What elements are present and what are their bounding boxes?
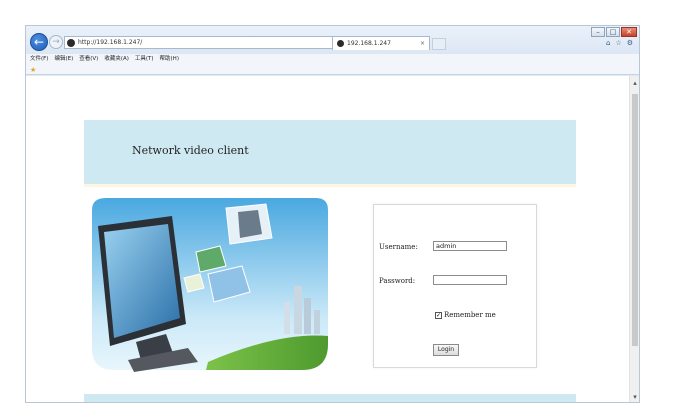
favorites-bar: ★ — [26, 65, 639, 75]
header-band: Network video client — [84, 120, 576, 187]
minimize-button[interactable]: – — [591, 27, 605, 37]
tab-title: 192.168.1.247 — [347, 40, 391, 47]
password-input[interactable] — [433, 275, 507, 285]
menu-view[interactable]: 查看(V) — [79, 54, 98, 65]
remember-me-checkbox[interactable]: ✓ — [435, 311, 442, 319]
close-button[interactable]: ✕ — [621, 27, 637, 37]
title-bar: ← → http://192.168.1.247/ ⌕ ▾ ↻ 192.168.… — [26, 26, 639, 54]
window-controls: – □ ✕ — [590, 27, 637, 37]
scroll-down-icon[interactable]: ▾ — [630, 392, 639, 402]
login-panel: Username: Password: ✓ Remember me Login — [373, 204, 537, 368]
remember-me-label: Remember me — [444, 311, 496, 319]
add-favorite-icon[interactable]: ★ — [30, 66, 36, 74]
address-url[interactable]: http://192.168.1.247/ — [78, 38, 142, 48]
tab-favicon-icon — [337, 40, 344, 47]
scroll-thumb[interactable] — [632, 94, 638, 346]
menu-tools[interactable]: 工具(T) — [135, 54, 154, 65]
header-divider — [84, 184, 576, 187]
hero-illustration — [92, 198, 328, 372]
remember-me-row: ✓ Remember me — [435, 311, 496, 319]
menu-help[interactable]: 帮助(H) — [160, 54, 179, 65]
menu-bar: 文件(F) 编辑(E) 查看(V) 收藏夹(A) 工具(T) 帮助(H) — [26, 54, 639, 65]
tab-active[interactable]: 192.168.1.247 × — [332, 36, 430, 50]
vertical-scrollbar[interactable]: ▴ ▾ — [629, 76, 639, 402]
browser-tools: ⌂ ☆ ⚙ — [606, 39, 633, 47]
username-label: Username: — [379, 243, 418, 251]
login-button[interactable]: Login — [433, 344, 459, 356]
address-bar[interactable]: http://192.168.1.247/ ⌕ ▾ ↻ — [64, 36, 356, 49]
site-favicon-icon — [67, 39, 75, 47]
footer-band — [84, 394, 576, 402]
password-label: Password: — [379, 277, 416, 285]
page-viewport: Network video client Username: admin Pas… — [26, 76, 630, 402]
maximize-button[interactable]: □ — [606, 27, 620, 37]
menu-favorites[interactable]: 收藏夹(A) — [104, 54, 129, 65]
forward-button[interactable]: → — [49, 35, 63, 49]
settings-icon[interactable]: ⚙ — [627, 39, 633, 47]
username-input[interactable] — [433, 241, 507, 251]
tab-close-icon[interactable]: × — [420, 38, 425, 49]
back-button[interactable]: ← — [30, 33, 48, 51]
favorites-icon[interactable]: ☆ — [615, 39, 621, 47]
scroll-up-icon[interactable]: ▴ — [630, 78, 639, 88]
menu-edit[interactable]: 编辑(E) — [54, 54, 73, 65]
page-title: Network video client — [132, 144, 249, 157]
browser-window: ← → http://192.168.1.247/ ⌕ ▾ ↻ 192.168.… — [25, 25, 640, 403]
new-tab-button[interactable] — [432, 38, 446, 50]
home-icon[interactable]: ⌂ — [606, 39, 610, 47]
menu-file[interactable]: 文件(F) — [30, 54, 48, 65]
